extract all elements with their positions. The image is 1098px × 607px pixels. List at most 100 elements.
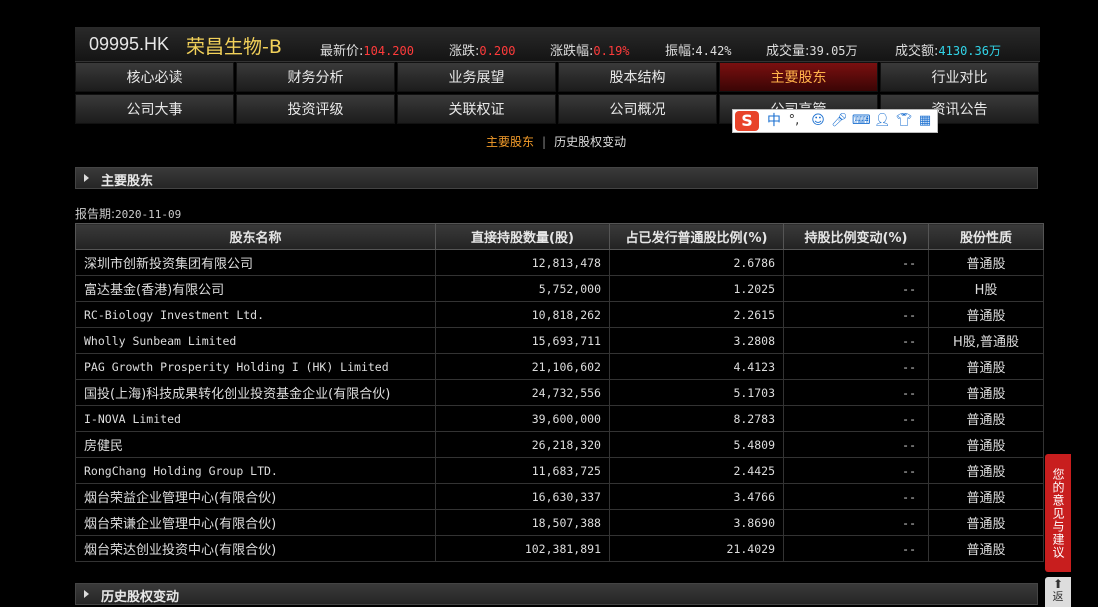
quote-label: 最新价: [320,44,364,59]
quote-value: 0.200 [479,44,516,58]
nav-tab[interactable]: 股本结构 [558,62,717,92]
table-header-row: 股东名称 直接持股数量(股) 占已发行普通股比例(%) 持股比例变动(%) 股份… [75,223,1044,250]
quote-item: 成交量:39.05万 [766,40,858,59]
col-header-name: 股东名称 [75,223,436,250]
cell-change: -- [783,249,929,276]
arrow-up-icon: ⬆ [1052,577,1064,591]
subtab-history[interactable]: 历史股权变动 [554,135,626,149]
ime-toolbar[interactable]: S 中 °, ☺ 🎤︎ ⌨ 👤︎ 👕︎ ▦ [732,109,938,133]
microphone-icon[interactable]: 🎤︎ [831,113,848,129]
cell-share-type: 普通股 [928,535,1044,562]
cell-holder-name: 烟台荣谦企业管理中心(有限合伙) [75,509,436,536]
nav-tab[interactable]: 公司大事 [75,94,234,124]
stock-name: 荣昌生物-B [186,36,282,58]
table-row: 烟台荣益企业管理中心(有限合伙) 16,630,337 3.4766 -- 普通股 [75,483,1044,510]
ime-lang-toggle[interactable]: 中 [766,113,782,129]
sogou-logo-icon[interactable]: S [735,111,759,131]
table-row: Wholly Sunbeam Limited 15,693,711 3.2808 --… [75,327,1044,354]
table-row: 深圳市创新投资集团有限公司 12,813,478 2.6786 -- 普通股 [75,249,1044,276]
cell-change: -- [783,483,929,510]
cell-share-type: 普通股 [928,457,1044,484]
cell-change: -- [783,509,929,536]
nav-tab[interactable]: 关联权证 [397,94,556,124]
cell-share-type: H股,普通股 [928,327,1044,354]
quote-label: 成交额: [895,44,939,59]
cell-ratio: 3.2808 [609,327,784,354]
nav-tab[interactable]: 财务分析 [236,62,395,92]
cell-holder-name: 烟台荣达创业投资中心(有限合伙) [75,535,436,562]
subtab-main-shareholders[interactable]: 主要股东 [486,135,534,149]
ime-punct-toggle[interactable]: °, [786,113,802,129]
nav-tab[interactable]: 主要股东 [719,62,878,92]
quote-value: 0.19% [593,44,630,58]
col-header-shares: 直接持股数量(股) [435,223,610,250]
cell-change: -- [783,431,929,458]
cell-ratio: 3.4766 [609,483,784,510]
subtab-separator: | [542,135,547,149]
cell-holder-name: 国投(上海)科技成果转化创业投资基金企业(有限合伙) [75,379,436,406]
cell-share-type: 普通股 [928,379,1044,406]
cell-shares: 10,818,262 [435,301,610,328]
stock-header: 09995.HK 荣昌生物-B 最新价:104.200 涨跌:0.200 涨跌幅:0… [75,27,1040,62]
cell-share-type: H股 [928,275,1044,302]
report-period: 报告期:2020-11-09 [75,205,181,222]
cell-change: -- [783,353,929,380]
cell-share-type: 普通股 [928,509,1044,536]
quote-label: 涨跌: [449,44,480,59]
stock-code: 09995.HK [89,34,170,54]
cell-holder-name: PAG Growth Prosperity Holding I (HK) Lim… [75,353,436,380]
keyboard-icon[interactable]: ⌨ [852,113,871,129]
cell-holder-name: 深圳市创新投资集团有限公司 [75,249,436,276]
emoji-icon[interactable]: ☺ [810,113,826,129]
table-row: RongChang Holding Group LTD. 11,683,725 2.… [75,457,1044,484]
cell-share-type: 普通股 [928,483,1044,510]
table-row: I-NOVA Limited 39,600,000 8.2783 -- 普通股 [75,405,1044,432]
sub-tabs: 主要股东 | 历史股权变动 [486,133,626,150]
table-row: 烟台荣谦企业管理中心(有限合伙) 18,507,388 3.8690 -- 普通股 [75,509,1044,536]
user-settings-icon[interactable]: 👤︎ [874,113,891,129]
col-header-change: 持股比例变动(%) [783,223,929,250]
cell-holder-name: 富达基金(香港)有限公司 [75,275,436,302]
cell-shares: 16,630,337 [435,483,610,510]
cell-change: -- [783,535,929,562]
cell-shares: 18,507,388 [435,509,610,536]
cell-shares: 12,813,478 [435,249,610,276]
quote-item: 最新价:104.200 [320,40,414,59]
cell-ratio: 5.1703 [609,379,784,406]
nav-tab[interactable]: 核心必读 [75,62,234,92]
cell-share-type: 普通股 [928,249,1044,276]
cell-shares: 39,600,000 [435,405,610,432]
cell-change: -- [783,327,929,354]
expand-triangle-icon [84,174,89,182]
table-row: 国投(上海)科技成果转化创业投资基金企业(有限合伙) 24,732,556 5.17… [75,379,1044,406]
cell-ratio: 3.8690 [609,509,784,536]
table-row: 烟台荣达创业投资中心(有限合伙) 102,381,891 21.4029 -- 普通股 [75,535,1044,562]
cell-shares: 26,218,320 [435,431,610,458]
back-to-top-label: 返 [1052,590,1064,603]
feedback-tab[interactable]: 您的意见与建议 [1045,454,1071,572]
table-row: PAG Growth Prosperity Holding I (HK) Lim… [75,353,1044,380]
cell-share-type: 普通股 [928,431,1044,458]
cell-shares: 102,381,891 [435,535,610,562]
cell-shares: 15,693,711 [435,327,610,354]
quote-label: 成交量: [766,44,810,59]
section-title: 主要股东 [101,174,154,189]
quote-value: 4.42% [695,44,732,58]
skin-shirt-icon[interactable]: 👕︎ [896,113,913,129]
quote-item: 振幅:4.42% [665,40,732,59]
section-header-main-shareholders[interactable]: 主要股东 [75,167,1038,189]
nav-tab[interactable]: 业务展望 [397,62,556,92]
cell-holder-name: 烟台荣益企业管理中心(有限合伙) [75,483,436,510]
nav-tab[interactable]: 公司概况 [558,94,717,124]
section-header-history[interactable]: 历史股权变动 [75,583,1038,605]
cell-share-type: 普通股 [928,301,1044,328]
toolbox-grid-icon[interactable]: ▦ [917,113,933,129]
cell-shares: 24,732,556 [435,379,610,406]
quote-label: 涨跌幅: [550,44,594,59]
cell-change: -- [783,379,929,406]
cell-change: -- [783,301,929,328]
nav-tab[interactable]: 行业对比 [880,62,1039,92]
nav-tab[interactable]: 投资评级 [236,94,395,124]
cell-change: -- [783,457,929,484]
quote-value: 39.05万 [809,44,858,58]
